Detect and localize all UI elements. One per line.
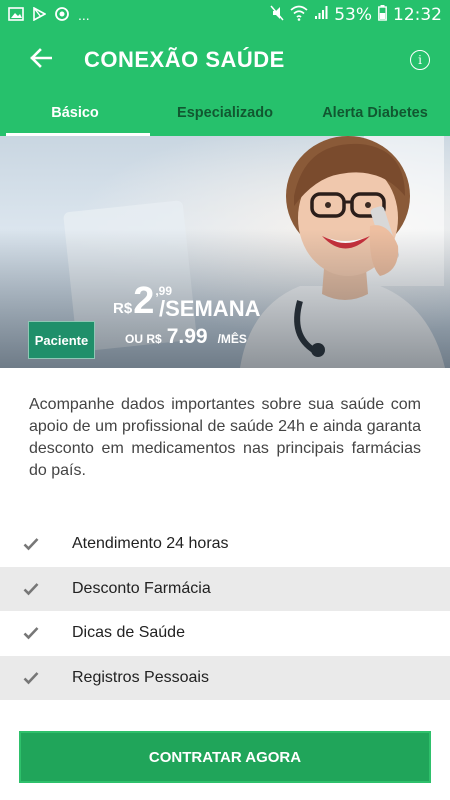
list-item: Atendimento 24 horas	[0, 522, 450, 567]
price-currency: R$	[113, 300, 133, 317]
list-item: Registros Pessoais	[0, 655, 450, 700]
mute-icon	[270, 5, 284, 26]
clock: 12:32	[393, 5, 442, 25]
gallery-icon	[8, 6, 24, 24]
list-item: Dicas de Saúde	[0, 611, 450, 656]
tab-bar: Básico Especializado Alerta Diabetes	[0, 90, 450, 136]
feature-list: Atendimento 24 horas Desconto Farmácia D…	[0, 522, 450, 700]
check-icon	[0, 582, 72, 596]
page-title: CONEXÃO SAÚDE	[84, 47, 285, 72]
back-button[interactable]	[0, 30, 84, 90]
signal-icon	[314, 5, 328, 25]
patient-badge: Paciente	[28, 321, 95, 359]
arrow-left-icon	[30, 47, 53, 73]
price-integer: 2	[133, 280, 155, 322]
status-bar: ... 53% 12:32	[0, 0, 450, 30]
feature-label: Atendimento 24 horas	[72, 535, 229, 553]
more-notifications: ...	[78, 7, 90, 23]
monthly-period: /MÊS	[217, 332, 247, 346]
battery-level: 53%	[334, 5, 372, 25]
price-period: /SEMANA	[159, 296, 261, 321]
wifi-icon	[290, 5, 308, 26]
monthly-prefix: OU R$	[125, 332, 162, 346]
contract-button[interactable]: CONTRATAR AGORA	[19, 731, 431, 783]
feature-label: Desconto Farmácia	[72, 579, 211, 597]
notification-icons: ...	[8, 6, 90, 25]
battery-icon	[378, 4, 387, 26]
check-icon	[0, 537, 72, 551]
feature-label: Dicas de Saúde	[72, 624, 185, 642]
check-icon	[0, 626, 72, 640]
check-icon	[0, 671, 72, 685]
tab-especializado[interactable]: Especializado	[150, 90, 300, 136]
monthly-value: 7.99	[166, 325, 208, 348]
feature-label: Registros Pessoais	[72, 668, 209, 686]
info-icon: i	[418, 53, 422, 67]
list-item: Desconto Farmácia	[0, 566, 450, 611]
info-button[interactable]: i	[410, 50, 430, 70]
plan-description: Acompanhe dados importantes sobre sua sa…	[29, 396, 421, 479]
play-store-icon	[32, 6, 47, 24]
tab-alerta-diabetes[interactable]: Alerta Diabetes	[300, 90, 450, 136]
tab-basico[interactable]: Básico	[0, 90, 150, 136]
weekly-price: R$ 2 ,99 /SEMANA	[113, 282, 260, 322]
app-bar: CONEXÃO SAÚDE i	[0, 30, 450, 90]
monthly-price: OU R$ 7.99 /MÊS	[125, 325, 247, 349]
sync-icon	[54, 6, 70, 25]
system-icons: 53% 12:32	[270, 4, 442, 26]
